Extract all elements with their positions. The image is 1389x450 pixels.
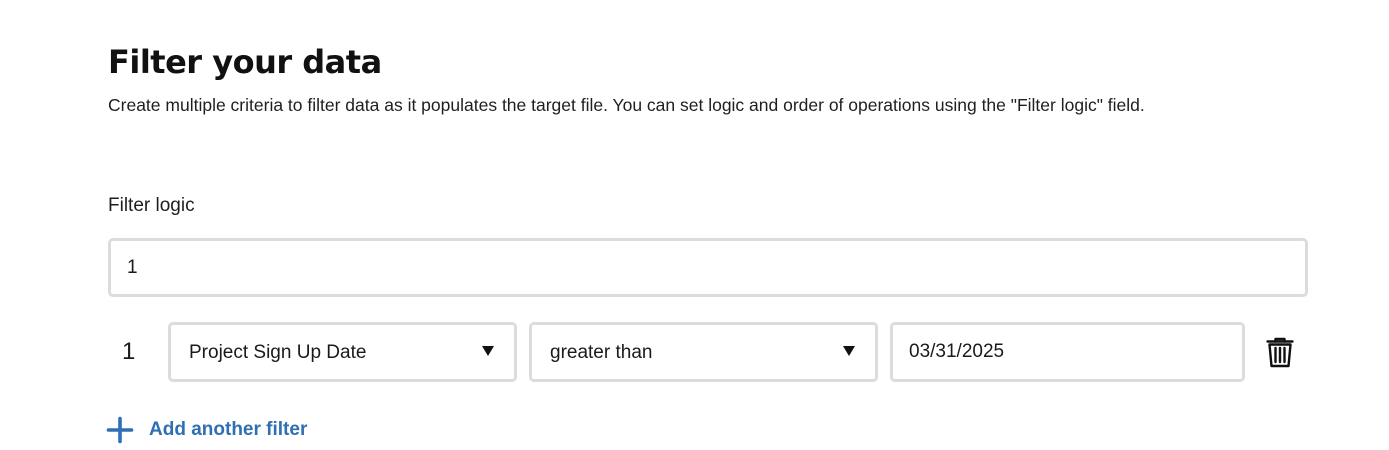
caret-down-icon <box>482 346 494 356</box>
page-title: Filter your data <box>108 43 382 81</box>
filter-value-input[interactable] <box>890 322 1245 382</box>
filter-logic-input[interactable] <box>108 238 1308 297</box>
filter-row-number: 1 <box>122 338 136 365</box>
page-description: Create multiple criteria to filter data … <box>108 95 1145 115</box>
filter-logic-label: Filter logic <box>108 195 195 216</box>
filter-panel: Filter your data Create multiple criteri… <box>0 0 1389 450</box>
delete-filter-button[interactable] <box>1263 335 1297 369</box>
caret-down-icon <box>843 346 855 356</box>
plus-icon <box>106 416 134 444</box>
trash-icon <box>1266 337 1294 368</box>
add-filter-button[interactable]: Add another filter <box>106 415 307 445</box>
filter-operator-value: greater than <box>550 342 653 363</box>
filter-field-select[interactable]: Project Sign Up Date <box>168 322 517 382</box>
filter-row: 1 Project Sign Up Date greater than <box>108 322 1308 382</box>
filter-field-value: Project Sign Up Date <box>189 342 367 363</box>
add-filter-label: Add another filter <box>149 419 308 440</box>
filter-operator-select[interactable]: greater than <box>529 322 878 382</box>
